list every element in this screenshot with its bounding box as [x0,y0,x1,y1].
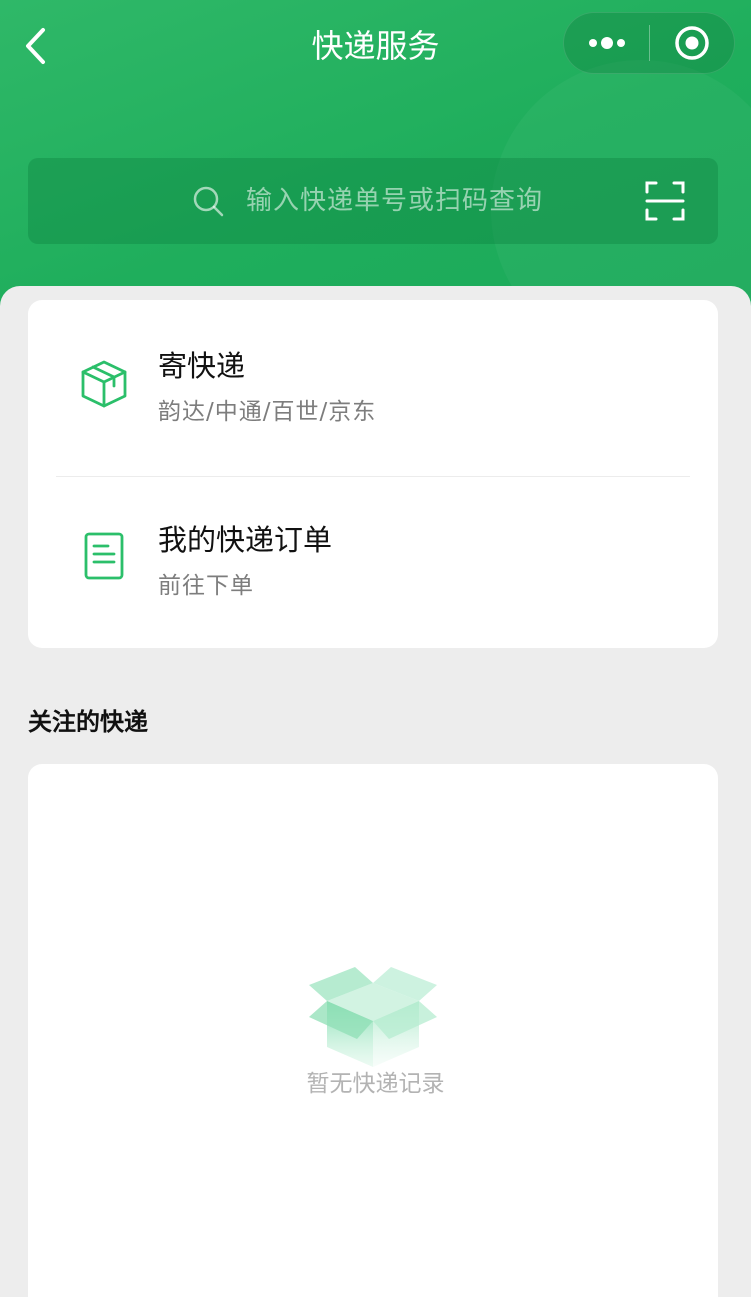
package-icon [81,360,127,408]
close-button[interactable] [650,12,734,74]
express-service-page: 快递服务 输入快递单号或扫码查询 寄快递 韵达/中通/百世/京东 我的快递订单 … [0,0,751,1297]
empty-box-icon [309,967,437,1067]
send-express-item[interactable]: 寄快递 韵达/中通/百世/京东 [28,300,718,477]
section-title: 关注的快递 [28,708,148,736]
menu-item-subtitle: 韵达/中通/百世/京东 [158,399,377,425]
scan-icon[interactable] [644,180,686,222]
empty-state-text: 暂无快递记录 [306,1071,445,1097]
search-input[interactable]: 输入快递单号或扫码查询 [28,158,718,244]
my-orders-item[interactable]: 我的快递订单 前往下单 [28,474,718,648]
more-dots-icon [588,37,625,49]
search-placeholder: 输入快递单号或扫码查询 [246,186,544,216]
service-menu-card: 寄快递 韵达/中通/百世/京东 我的快递订单 前往下单 [28,300,718,648]
menu-item-subtitle: 前往下单 [158,573,254,599]
menu-item-title: 我的快递订单 [158,523,333,557]
document-icon [84,532,124,580]
menu-item-title: 寄快递 [158,349,246,383]
mini-program-capsule [563,12,735,74]
target-close-icon [675,26,709,60]
search-icon [193,186,224,217]
more-button[interactable] [564,12,649,74]
